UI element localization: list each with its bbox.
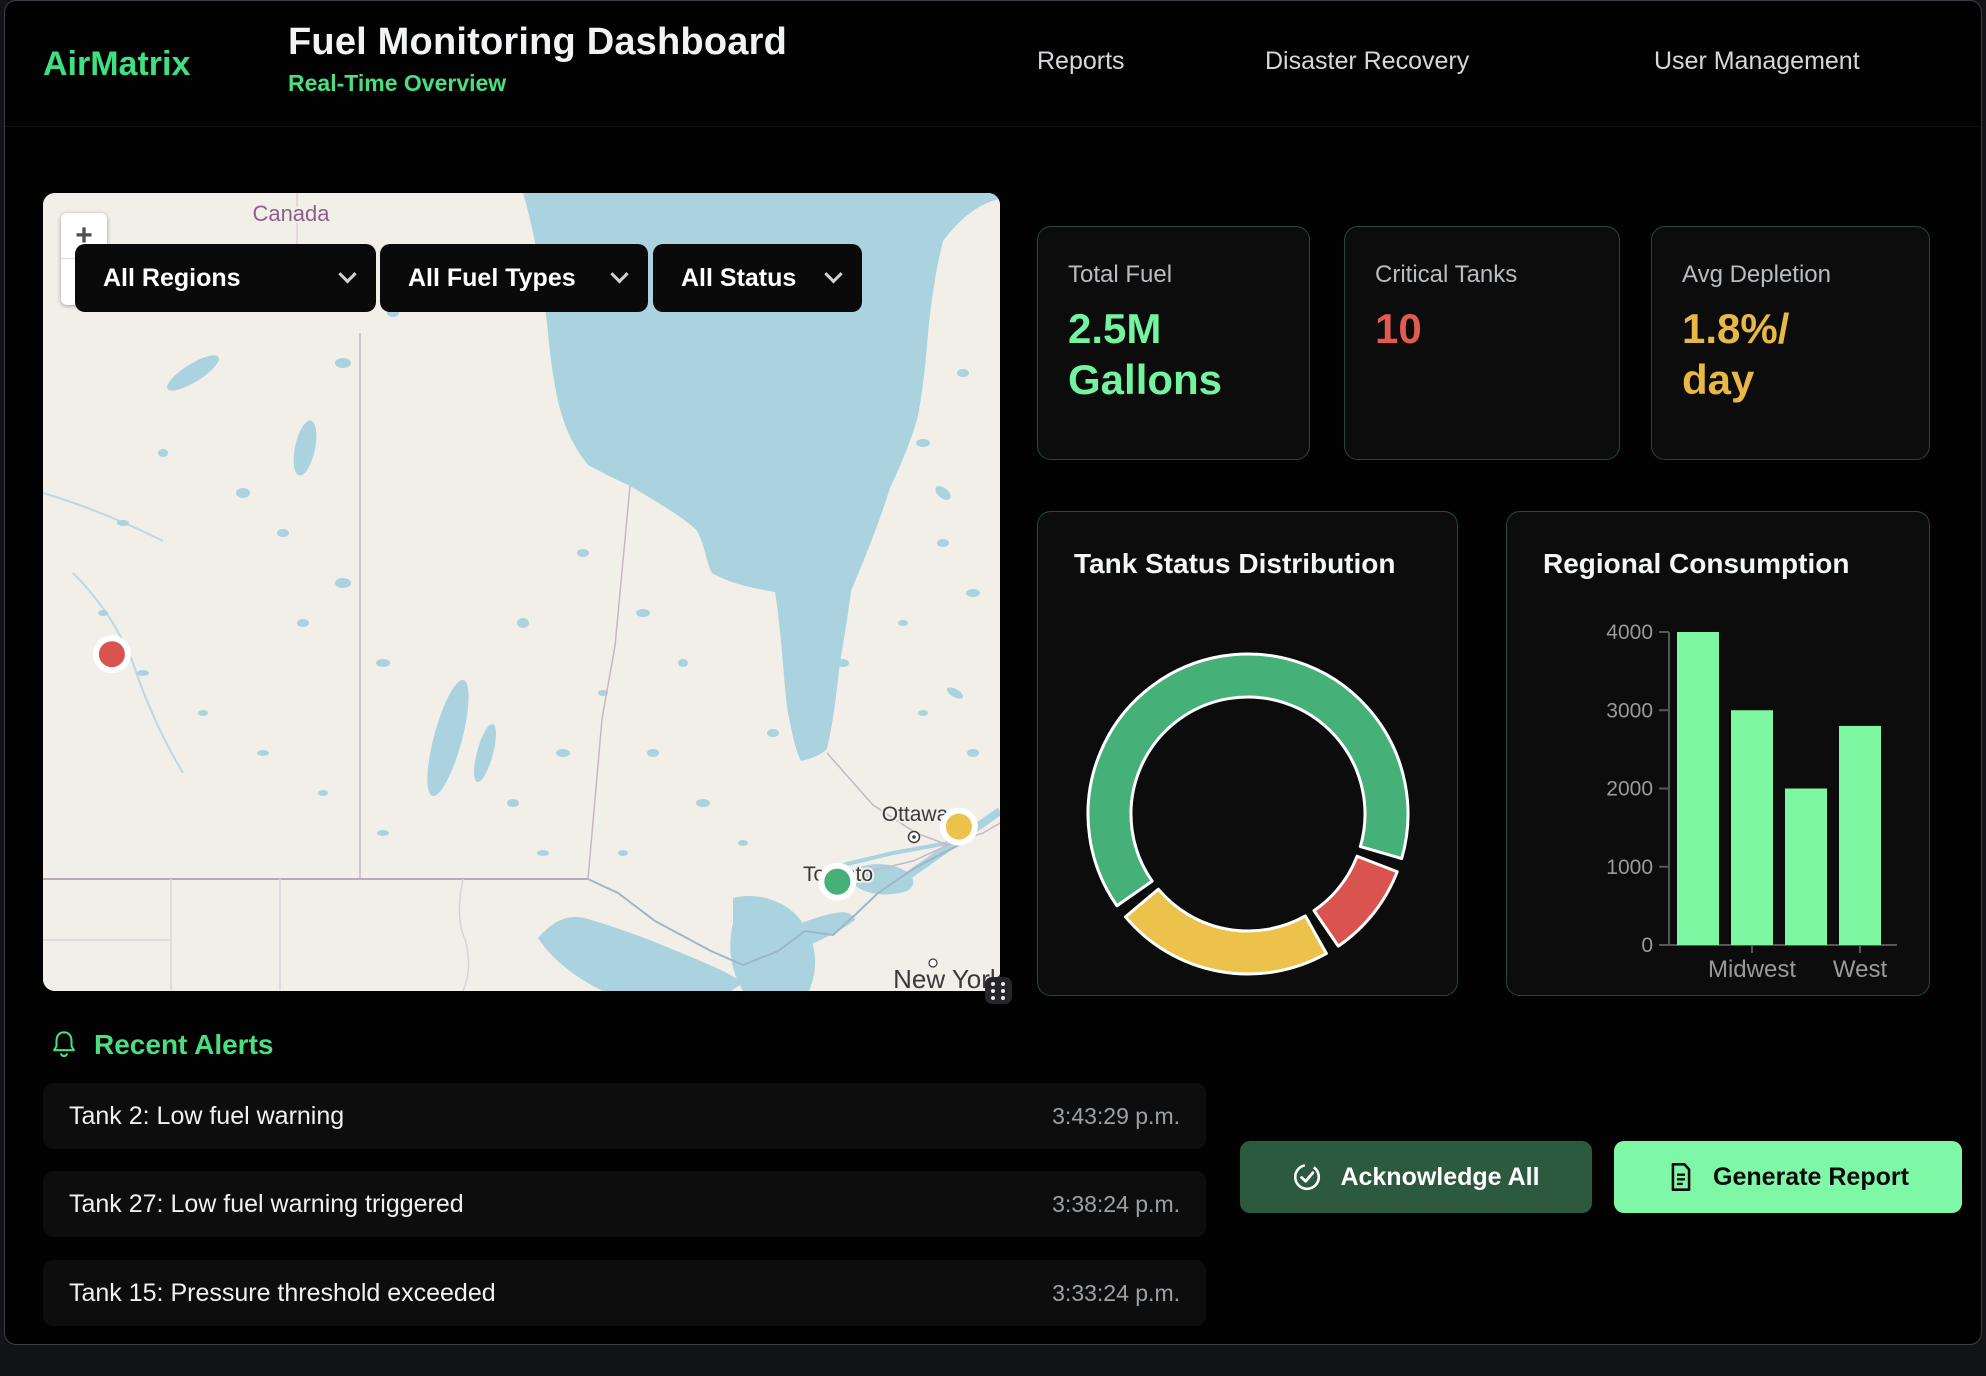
chevron-down-icon <box>824 265 842 283</box>
tank-marker-warning[interactable] <box>943 811 975 843</box>
tank-map[interactable]: Canada Ottawa Toronto New York + − All R… <box>43 193 1000 991</box>
tank-marker-critical[interactable] <box>96 638 128 670</box>
status-filter-dropdown[interactable]: All Status <box>653 244 862 312</box>
fuel-type-filter-value: All Fuel Types <box>408 264 576 293</box>
svg-text:West: West <box>1833 956 1888 983</box>
acknowledge-all-button[interactable]: Acknowledge All <box>1240 1141 1592 1213</box>
alert-message: Tank 27: Low fuel warning triggered <box>69 1190 464 1219</box>
nav-item-disaster-recovery[interactable]: Disaster Recovery <box>1265 47 1469 76</box>
svg-text:4000: 4000 <box>1606 621 1653 644</box>
alert-timestamp: 3:33:24 p.m. <box>1052 1280 1180 1307</box>
dashboard-window: AirMatrix Fuel Monitoring Dashboard Real… <box>4 0 1982 1345</box>
stat-label: Critical Tanks <box>1375 261 1589 289</box>
bell-icon <box>50 1030 78 1060</box>
alerts-title: Recent Alerts <box>94 1029 273 1061</box>
ottawa-town-icon <box>909 832 920 843</box>
bar-series-2 <box>1785 789 1827 946</box>
alert-message: Tank 15: Pressure threshold exceeded <box>69 1279 496 1308</box>
map-label-canada: Canada <box>252 201 330 226</box>
brand-logo: AirMatrix <box>43 45 190 84</box>
generate-report-label: Generate Report <box>1713 1163 1909 1192</box>
stat-label: Avg Depletion <box>1682 261 1899 289</box>
stat-value: 10 <box>1375 303 1589 354</box>
svg-text:1000: 1000 <box>1606 856 1653 879</box>
header: AirMatrix Fuel Monitoring Dashboard Real… <box>5 1 1981 127</box>
map-label-ottawa: Ottawa <box>882 803 949 826</box>
stat-value: 1.8%/day <box>1682 303 1804 405</box>
bar-West <box>1839 726 1881 945</box>
svg-text:0: 0 <box>1641 934 1653 957</box>
stat-value: 2.5M Gallons <box>1068 303 1243 405</box>
alert-row: Tank 2: Low fuel warning 3:43:29 p.m. <box>43 1083 1206 1149</box>
nav-item-user-management[interactable]: User Management <box>1654 47 1860 76</box>
map-resize-grip-icon[interactable] <box>985 977 1012 1004</box>
title-block: Fuel Monitoring Dashboard Real-Time Over… <box>288 21 787 97</box>
stat-card-avg-depletion: Avg Depletion 1.8%/day <box>1651 226 1930 460</box>
alerts-header: Recent Alerts <box>50 1029 273 1061</box>
report-document-icon <box>1667 1162 1695 1192</box>
stat-label: Total Fuel <box>1068 261 1279 289</box>
alert-row: Tank 27: Low fuel warning triggered 3:38… <box>43 1171 1206 1237</box>
region-filter-value: All Regions <box>103 264 241 293</box>
stat-card-total-fuel: Total Fuel 2.5M Gallons <box>1037 226 1310 460</box>
tank-status-donut-chart <box>1038 512 1458 996</box>
alert-message: Tank 2: Low fuel warning <box>69 1102 344 1131</box>
alert-timestamp: 3:43:29 p.m. <box>1052 1103 1180 1130</box>
region-filter-dropdown[interactable]: All Regions <box>75 244 376 312</box>
donut-segment-warning-yellow <box>1125 889 1326 974</box>
tank-marker-normal[interactable] <box>821 866 853 898</box>
page-title: Fuel Monitoring Dashboard <box>288 21 787 64</box>
alert-row: Tank 15: Pressure threshold exceeded 3:3… <box>43 1260 1206 1326</box>
chevron-down-icon <box>610 265 628 283</box>
bar-series-0 <box>1677 632 1719 945</box>
status-filter-value: All Status <box>681 264 796 293</box>
stat-card-critical-tanks: Critical Tanks 10 <box>1344 226 1620 460</box>
nav-item-reports[interactable]: Reports <box>1037 47 1125 76</box>
svg-text:2000: 2000 <box>1606 778 1653 801</box>
bar-Midwest <box>1731 710 1773 945</box>
window-bottom-strip <box>0 1345 1986 1376</box>
svg-text:Midwest: Midwest <box>1708 956 1796 983</box>
page-subtitle: Real-Time Overview <box>288 70 787 97</box>
map-canvas[interactable]: Canada Ottawa Toronto New York <box>43 193 1000 991</box>
donut-segment-critical-red <box>1314 856 1397 946</box>
regional-consumption-bar-chart: 0 1000 2000 3000 4000 Midwest West <box>1507 512 1930 996</box>
tank-status-panel: Tank Status Distribution <box>1037 511 1458 996</box>
acknowledge-all-label: Acknowledge All <box>1340 1163 1539 1192</box>
fuel-type-filter-dropdown[interactable]: All Fuel Types <box>380 244 648 312</box>
regional-consumption-panel: Regional Consumption 01000200030004000Mi… <box>1506 511 1930 996</box>
alert-timestamp: 3:38:24 p.m. <box>1052 1191 1180 1218</box>
svg-text:3000: 3000 <box>1606 699 1653 722</box>
check-circle-icon <box>1292 1162 1322 1192</box>
generate-report-button[interactable]: Generate Report <box>1614 1141 1962 1213</box>
map-label-newyork: New York <box>893 964 1000 991</box>
chevron-down-icon <box>338 265 356 283</box>
